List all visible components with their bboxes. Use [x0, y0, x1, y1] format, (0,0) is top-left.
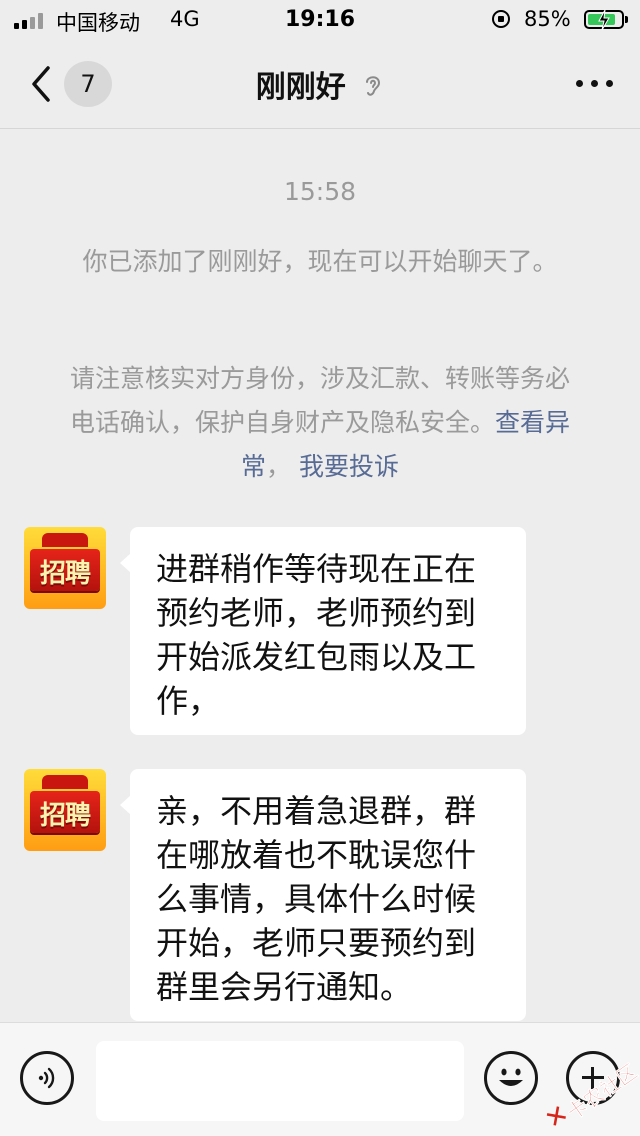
ear-icon — [366, 76, 381, 96]
avatar-label: 招聘 — [39, 801, 91, 831]
more-dot — [606, 80, 613, 87]
message-bubble[interactable]: 进群稍作等待现在正在预约老师，老师预约到开始派发红包雨以及工作， — [120, 527, 526, 735]
avatar-decoration — [42, 775, 88, 789]
message-timestamp: 15:58 — [283, 177, 357, 206]
more-button[interactable] — [576, 70, 614, 96]
nav-bar: 7 刚刚好 — [0, 40, 640, 129]
avatar[interactable]: 招聘 — [24, 769, 106, 851]
avatar-decoration — [42, 533, 88, 547]
input-bar — [0, 1022, 640, 1136]
battery-percent: 85% — [524, 7, 571, 31]
chat-title-bar: 刚刚好 — [0, 62, 640, 106]
emoji-icon — [499, 1068, 523, 1086]
avatar-label: 招聘 — [39, 559, 91, 589]
emoji-button[interactable] — [484, 1051, 538, 1105]
more-dot — [576, 80, 583, 87]
link-separator: ， — [266, 452, 292, 481]
chat-title: 刚刚好 — [255, 70, 346, 105]
message-input[interactable] — [96, 1041, 464, 1121]
message-list[interactable]: 15:58 你已添加了刚刚好，现在可以开始聊天了。 请注意核实对方身份，涉及汇款… — [0, 129, 640, 1021]
voice-button[interactable] — [20, 1051, 74, 1105]
status-bar: 中国移动 4G 19:16 85% — [0, 0, 640, 40]
battery-cap — [625, 16, 628, 23]
avatar[interactable]: 招聘 — [24, 527, 106, 609]
chat-screen: 中国移动 4G 19:16 85% 7 刚刚好 15:58 你已添加了刚刚好，现… — [0, 0, 640, 1136]
charging-bolt-icon — [598, 9, 610, 31]
system-message-added: 你已添加了刚刚好，现在可以开始聊天了。 — [82, 247, 558, 276]
voice-icon — [38, 1067, 55, 1089]
report-complaint-link[interactable]: 我要投诉 — [299, 452, 399, 481]
rotation-lock-icon — [492, 10, 510, 28]
system-message-warning: 请注意核实对方身份，涉及汇款、转账等务必电话确认，保护自身财产及隐私安全。查看异… — [60, 357, 580, 489]
message-bubble[interactable]: 亲，不用着急退群，群在哪放着也不耽误您什么事情，具体什么时候开始，老师只要预约到… — [120, 769, 526, 1021]
plus-button[interactable] — [566, 1051, 620, 1105]
more-dot — [591, 80, 598, 87]
